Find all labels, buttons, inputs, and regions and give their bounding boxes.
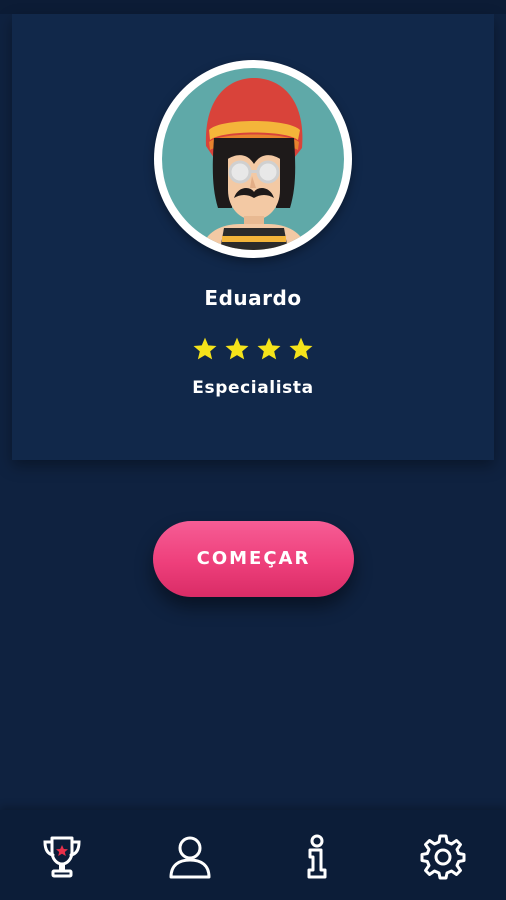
nav-item-profile[interactable] bbox=[162, 830, 218, 886]
gear-icon bbox=[420, 834, 466, 880]
status-bar bbox=[0, 0, 506, 14]
bottom-nav bbox=[0, 810, 506, 900]
avatar bbox=[154, 60, 352, 258]
star-icon bbox=[225, 337, 249, 360]
nav-item-info[interactable] bbox=[289, 830, 345, 886]
nav-item-settings[interactable] bbox=[414, 830, 470, 886]
info-icon bbox=[307, 834, 327, 879]
rank-label: Especialista bbox=[192, 378, 314, 398]
user-icon bbox=[169, 836, 211, 879]
star-icon bbox=[257, 337, 281, 360]
rating-stars bbox=[12, 336, 494, 362]
user-name: Eduardo bbox=[204, 286, 302, 310]
star-icon bbox=[289, 337, 313, 360]
nav-item-ranking[interactable] bbox=[34, 830, 90, 886]
start-button[interactable]: COMEÇAR bbox=[153, 521, 354, 597]
star-icon bbox=[193, 337, 217, 360]
trophy-icon bbox=[43, 836, 81, 878]
profile-card: Eduardo Especialista bbox=[12, 14, 494, 460]
